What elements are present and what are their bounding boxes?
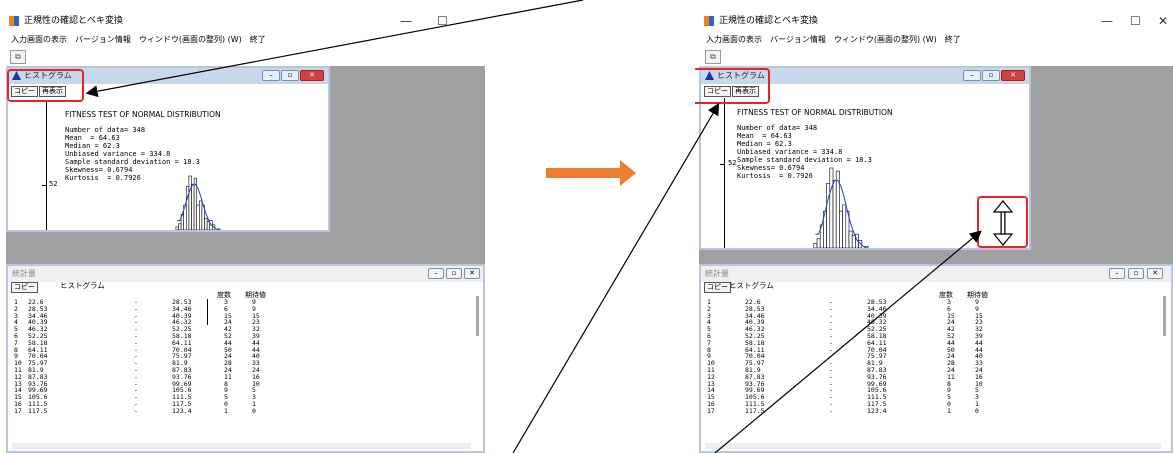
- arrow-to-redraw-left: [85, 0, 584, 98]
- transition-arrow-icon: [546, 160, 636, 186]
- arrow-to-resize: [714, 230, 982, 453]
- resize-vertical-icon: [992, 200, 1014, 246]
- arrow-to-redraw-right: [512, 102, 720, 453]
- annotation-overlay: [85, 0, 1014, 453]
